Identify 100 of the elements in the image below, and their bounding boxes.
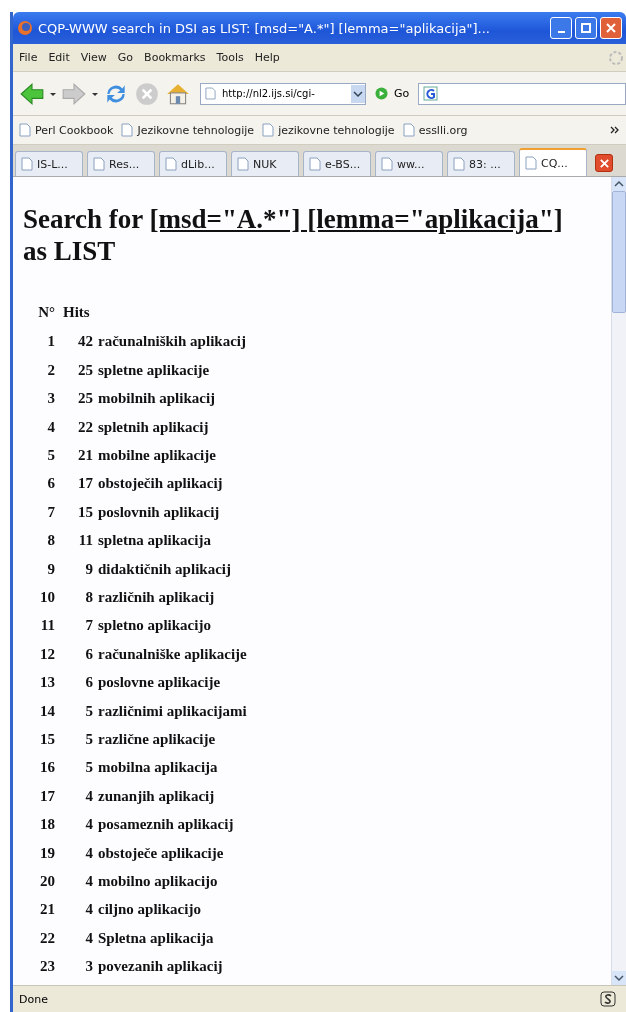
dropdown-icon[interactable]: [351, 84, 365, 103]
row-number: 20: [39, 871, 56, 891]
row-number: 15: [39, 729, 56, 749]
row-number: 5: [46, 446, 56, 466]
row-number: 6: [46, 474, 56, 494]
chevron-icon[interactable]: [610, 126, 620, 134]
hit-text: različnih aplikacij: [98, 588, 216, 607]
address-field[interactable]: http://nl2.ijs.si/cgi-: [200, 82, 366, 105]
hit-count: 42: [63, 327, 98, 357]
browser-tab[interactable]: CQ...: [519, 148, 587, 176]
hit-count: 9: [63, 554, 98, 584]
hit-count: 21: [63, 441, 98, 470]
row-number: 7: [46, 502, 56, 522]
row-number: 13: [39, 673, 56, 693]
hit-count: 6: [63, 668, 98, 697]
minimize-button[interactable]: [550, 17, 572, 39]
bookmark-link[interactable]: Perl Cookbook: [35, 123, 114, 137]
caret-icon[interactable]: [50, 90, 56, 97]
window-title: CQP-WWW search in DSI as LIST: [msd="A.*"] [lemma="aplikacija"]...: [38, 20, 491, 36]
hit-count: 22: [63, 412, 98, 442]
close-button[interactable]: [600, 17, 622, 39]
scroll-down-button[interactable]: [612, 971, 626, 985]
browser-tab[interactable]: ww...: [375, 151, 443, 176]
page-icon: [205, 87, 216, 100]
menu-item[interactable]: File: [19, 51, 38, 64]
row-number: 8: [46, 531, 56, 551]
close-tab-button[interactable]: [595, 154, 613, 172]
go-button[interactable]: Go: [371, 87, 414, 100]
hit-count: 7: [63, 611, 98, 641]
hit-text: poslovnih aplikacij: [98, 502, 221, 522]
hit-count: 8: [63, 583, 98, 612]
page-icon: [19, 123, 31, 137]
hit-text: zunanjih aplikacij: [98, 786, 216, 806]
hit-count: 4: [63, 924, 98, 953]
browser-tab[interactable]: dLib...: [159, 151, 227, 176]
row-number: 18: [39, 815, 56, 835]
globe-icon: [17, 20, 33, 36]
page-heading: Search for [msd="A.*"] [lemma="aplikacija"] as LIST: [23, 203, 564, 268]
hit-text: poslovne aplikacije: [98, 673, 222, 693]
page-icon: [93, 157, 105, 171]
browser-tab[interactable]: NUK: [231, 151, 299, 176]
hit-text: mobilna aplikacija: [98, 758, 219, 778]
hit-text: povezanih aplikacij: [98, 957, 224, 977]
maximize-button[interactable]: [575, 17, 597, 39]
page-icon: [381, 157, 393, 171]
scroll-up-button[interactable]: [612, 177, 626, 191]
caret-icon[interactable]: [92, 90, 98, 97]
row-number: 4: [46, 417, 56, 437]
browser-tab[interactable]: IS-L...: [15, 151, 83, 176]
menu-item[interactable]: Go: [117, 51, 134, 64]
hit-text: Spletna aplikacija: [98, 928, 215, 948]
scrollbar-thumb[interactable]: [612, 191, 626, 313]
menu-item[interactable]: View: [80, 51, 107, 64]
close-icon: [605, 22, 617, 34]
throbber-icon: [608, 49, 624, 66]
browser-tab[interactable]: e-BS...: [303, 151, 371, 176]
row-number: 2: [46, 360, 56, 380]
hit-count: 25: [63, 356, 98, 385]
hit-text: obstoječih aplikacij: [98, 474, 224, 494]
bookmark-link[interactable]: esslli.org: [418, 123, 468, 137]
bookmark-link[interactable]: jezikovne tehnologije: [278, 123, 395, 137]
page-icon: [309, 157, 321, 171]
hit-count: 4: [63, 867, 98, 896]
browser-tab[interactable]: Res...: [87, 151, 155, 176]
page-icon: [165, 157, 177, 171]
hit-count: 5: [63, 696, 98, 726]
hit-text: ciljno aplikacijo: [98, 900, 202, 920]
minimize-icon: [557, 31, 565, 33]
menu-item[interactable]: Help: [254, 51, 280, 64]
bookmark-link[interactable]: Jezikovne tehnologije: [137, 123, 255, 137]
search-engine-icon: [423, 85, 440, 102]
page-icon: [262, 123, 275, 137]
back-arrow-icon[interactable]: [19, 80, 45, 107]
hit-count: 5: [63, 753, 98, 783]
row-number: 17: [39, 786, 56, 806]
close-icon: [598, 157, 610, 169]
menu-item[interactable]: Edit: [48, 51, 70, 64]
row-number: 21: [39, 900, 56, 920]
s-icon: [600, 991, 616, 1007]
query-link[interactable]: [msd="A.*"] [lemma="aplikacija"]: [149, 204, 563, 234]
hit-text: mobilnih aplikacij: [98, 389, 217, 409]
hit-count: 5: [63, 725, 98, 754]
hit-text: spletnih aplikacij: [98, 417, 210, 437]
row-number: 1: [46, 332, 56, 352]
search-field[interactable]: [418, 82, 626, 105]
hit-text: posameznih aplikacij: [98, 815, 235, 835]
hit-text: računalniške aplikacije: [98, 644, 247, 664]
hit-count: 17: [63, 469, 98, 499]
hit-count: 4: [63, 838, 98, 868]
menu-item[interactable]: Tools: [216, 51, 244, 64]
scrollbar[interactable]: [611, 177, 626, 985]
hit-text: obstoječe aplikacije: [98, 843, 225, 863]
hit-text: mobilno aplikacijo: [98, 871, 219, 891]
browser-tab[interactable]: 83: ...: [447, 151, 515, 176]
menu-item[interactable]: Bookmarks: [144, 51, 206, 64]
page-icon: [453, 157, 465, 171]
hit-text: mobilne aplikacije: [98, 446, 217, 466]
row-number: 14: [39, 701, 56, 721]
hit-count: 6: [63, 640, 98, 669]
page-icon: [21, 157, 33, 171]
